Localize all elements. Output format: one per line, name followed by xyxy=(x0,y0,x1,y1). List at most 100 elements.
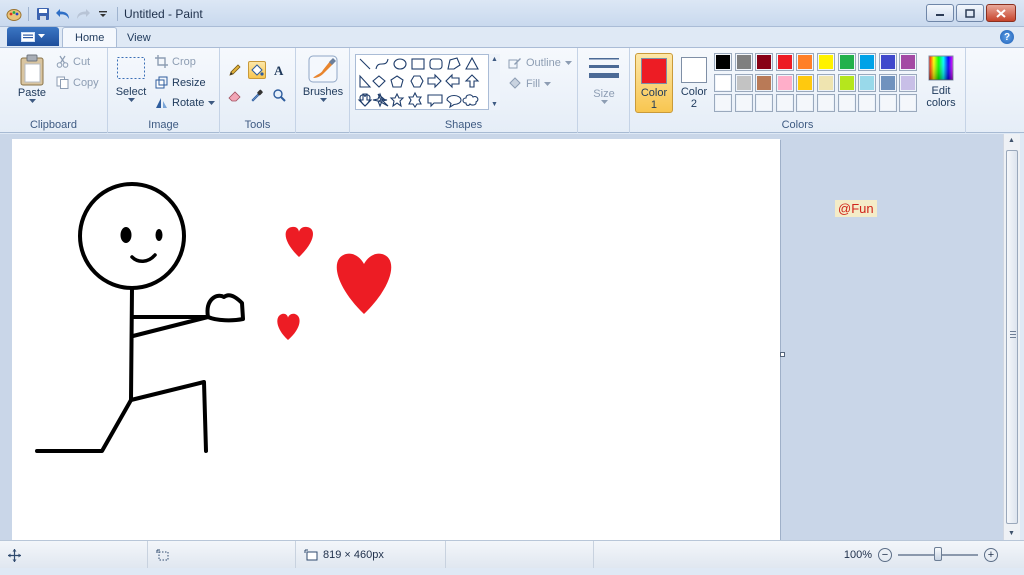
paint-app-icon[interactable] xyxy=(6,6,22,22)
heart-large xyxy=(336,253,392,314)
polygon-shape-icon xyxy=(447,57,461,70)
palette-empty-swatch[interactable] xyxy=(775,94,794,113)
palette-color-swatch[interactable] xyxy=(817,73,835,92)
paint-menu-button[interactable] xyxy=(7,27,59,46)
cursor-position-icon xyxy=(8,548,21,562)
palette-color-swatch[interactable] xyxy=(899,73,918,92)
color1-button[interactable]: Color 1 xyxy=(635,53,673,113)
palette-color-swatch[interactable] xyxy=(858,73,877,92)
shapes-gallery-scroll[interactable]: ▲ ▼ xyxy=(488,54,500,110)
heart-shape-icon xyxy=(359,94,371,107)
customize-qat-icon[interactable] xyxy=(95,6,111,22)
vertical-scrollbar[interactable]: ▲ ▼ xyxy=(1003,134,1020,540)
palette-color-swatch[interactable] xyxy=(837,73,856,92)
palette-swatch-fill xyxy=(860,96,875,111)
palette-empty-swatch[interactable] xyxy=(899,94,918,113)
select-button[interactable]: Select xyxy=(114,56,148,102)
cut-button[interactable]: Cut xyxy=(56,55,90,68)
color2-swatch xyxy=(681,57,707,83)
palette-swatch-fill xyxy=(798,96,813,111)
pencil-tool[interactable] xyxy=(226,61,244,79)
zoom-slider-knob[interactable] xyxy=(934,547,942,561)
text-a-icon: A xyxy=(274,63,284,77)
size-button[interactable]: Size xyxy=(586,54,622,104)
qat-separator xyxy=(117,7,118,21)
drawing-canvas[interactable] xyxy=(12,139,780,540)
copy-button[interactable]: Copy xyxy=(56,76,99,89)
palette-swatch-fill xyxy=(880,75,895,90)
fill-bucket-tool[interactable] xyxy=(248,61,266,79)
arrow-up-shape-icon xyxy=(464,74,480,88)
palette-color-swatch[interactable] xyxy=(755,53,774,71)
palette-color-swatch[interactable] xyxy=(714,53,732,71)
close-button[interactable] xyxy=(986,4,1016,22)
palette-empty-swatch[interactable] xyxy=(858,94,877,113)
canvas-resize-handle[interactable] xyxy=(780,352,785,357)
palette-color-swatch[interactable] xyxy=(878,73,897,92)
palette-color-swatch[interactable] xyxy=(817,53,835,71)
eraser-icon xyxy=(228,91,241,102)
palette-swatch-fill xyxy=(860,75,875,90)
palette-empty-swatch[interactable] xyxy=(878,94,897,113)
zoom-in-button[interactable]: + xyxy=(984,548,998,562)
palette-color-swatch[interactable] xyxy=(775,53,794,71)
paste-button[interactable]: Paste xyxy=(14,54,50,103)
palette-color-swatch[interactable] xyxy=(775,73,794,92)
palette-color-swatch[interactable] xyxy=(796,53,815,71)
outline-button[interactable]: Outline xyxy=(508,56,572,69)
palette-empty-swatch[interactable] xyxy=(714,94,732,113)
zoom-out-button[interactable]: − xyxy=(878,548,892,562)
zoom-slider[interactable] xyxy=(898,547,978,561)
palette-color-swatch[interactable] xyxy=(734,53,753,71)
palette-empty-swatch[interactable] xyxy=(837,94,856,113)
undo-icon[interactable] xyxy=(55,6,71,22)
palette-empty-swatch[interactable] xyxy=(817,94,835,113)
edit-colors-button[interactable]: Edit colors xyxy=(922,54,960,109)
save-icon[interactable] xyxy=(35,6,51,22)
palette-swatch-fill xyxy=(880,96,895,111)
palette-color-swatch[interactable] xyxy=(755,73,774,92)
image-group-label: Image xyxy=(148,119,179,131)
palette-empty-swatch[interactable] xyxy=(796,94,815,113)
selection-size-icon xyxy=(156,549,169,560)
color2-button[interactable]: Color 2 xyxy=(675,53,713,113)
fill-button[interactable]: Fill xyxy=(508,77,552,90)
palette-swatch-fill xyxy=(839,75,854,90)
redo-icon[interactable] xyxy=(75,6,91,22)
palette-color-swatch[interactable] xyxy=(796,73,815,92)
crop-button[interactable]: Crop xyxy=(155,55,196,68)
scissors-icon xyxy=(56,55,69,68)
image-size-text: 819 × 460px xyxy=(323,549,384,561)
edit-colors-label: Edit xyxy=(931,85,951,97)
scroll-down-arrow-icon[interactable]: ▼ xyxy=(1008,530,1015,537)
scroll-thumb[interactable] xyxy=(1006,150,1018,524)
color-picker-tool[interactable] xyxy=(248,86,266,104)
eraser-tool[interactable] xyxy=(226,86,244,104)
palette-empty-swatch[interactable] xyxy=(734,94,753,113)
rotate-button[interactable]: Rotate xyxy=(155,96,216,109)
chevron-down-icon xyxy=(38,34,45,38)
scroll-up-icon[interactable]: ▲ xyxy=(491,56,498,63)
maximize-button[interactable] xyxy=(956,4,984,22)
image-group: Select Crop Resize Rotate Image xyxy=(108,48,220,133)
close-icon xyxy=(996,8,1006,18)
help-icon[interactable]: ? xyxy=(1000,30,1014,44)
palette-empty-swatch[interactable] xyxy=(755,94,774,113)
brushes-button[interactable]: Brushes xyxy=(302,54,344,102)
palette-swatch-fill xyxy=(777,75,792,90)
tab-view[interactable]: View xyxy=(115,27,163,48)
magnifier-tool[interactable] xyxy=(270,86,288,104)
palette-color-swatch[interactable] xyxy=(878,53,897,71)
scroll-down-icon[interactable]: ▼ xyxy=(491,101,498,108)
palette-color-swatch[interactable] xyxy=(899,53,918,71)
text-tool[interactable]: A xyxy=(270,61,288,79)
resize-button[interactable]: Resize xyxy=(155,76,206,89)
palette-color-swatch[interactable] xyxy=(734,73,753,92)
tab-home[interactable]: Home xyxy=(62,27,118,48)
palette-color-swatch[interactable] xyxy=(837,53,856,71)
scroll-up-arrow-icon[interactable]: ▲ xyxy=(1008,137,1015,144)
title-bar: Untitled - Paint xyxy=(0,0,1024,27)
palette-color-swatch[interactable] xyxy=(858,53,877,71)
palette-color-swatch[interactable] xyxy=(714,73,732,92)
minimize-button[interactable] xyxy=(926,4,954,22)
